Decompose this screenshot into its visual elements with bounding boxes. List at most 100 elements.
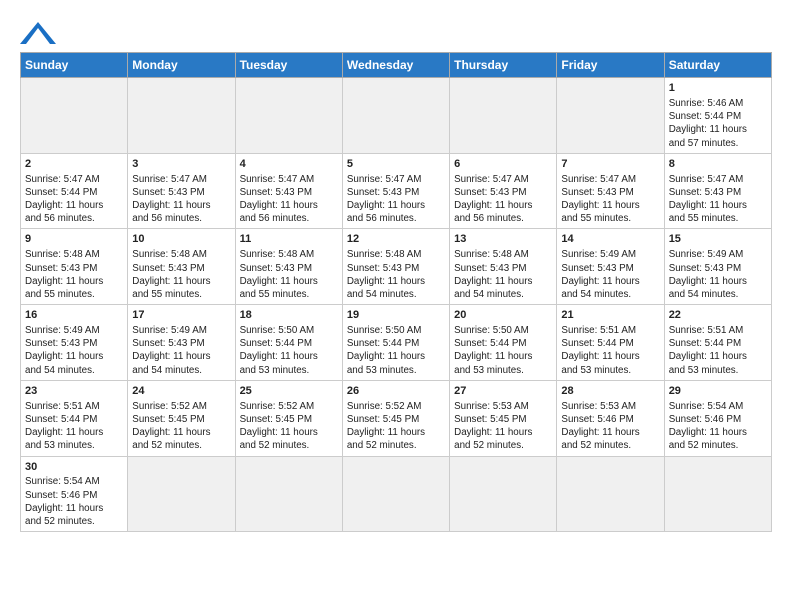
- day-info: Sunrise: 5:49 AM Sunset: 5:43 PM Dayligh…: [25, 324, 123, 377]
- day-number: 14: [561, 232, 659, 247]
- day-number: 23: [25, 384, 123, 399]
- day-number: 2: [25, 157, 123, 172]
- day-info: Sunrise: 5:48 AM Sunset: 5:43 PM Dayligh…: [240, 248, 338, 301]
- day-info: Sunrise: 5:51 AM Sunset: 5:44 PM Dayligh…: [669, 324, 767, 377]
- col-header-wednesday: Wednesday: [342, 53, 449, 78]
- calendar-week-row: 2Sunrise: 5:47 AM Sunset: 5:44 PM Daylig…: [21, 153, 772, 229]
- day-info: Sunrise: 5:52 AM Sunset: 5:45 PM Dayligh…: [347, 400, 445, 453]
- calendar-cell: 8Sunrise: 5:47 AM Sunset: 5:43 PM Daylig…: [664, 153, 771, 229]
- calendar-cell: [128, 78, 235, 154]
- day-number: 15: [669, 232, 767, 247]
- calendar-week-row: 30Sunrise: 5:54 AM Sunset: 5:46 PM Dayli…: [21, 456, 772, 532]
- day-number: 5: [347, 157, 445, 172]
- calendar-cell: 26Sunrise: 5:52 AM Sunset: 5:45 PM Dayli…: [342, 380, 449, 456]
- calendar-cell: 23Sunrise: 5:51 AM Sunset: 5:44 PM Dayli…: [21, 380, 128, 456]
- calendar-cell: 2Sunrise: 5:47 AM Sunset: 5:44 PM Daylig…: [21, 153, 128, 229]
- calendar-cell: [342, 456, 449, 532]
- calendar-cell: 9Sunrise: 5:48 AM Sunset: 5:43 PM Daylig…: [21, 229, 128, 305]
- title-area: [56, 16, 772, 18]
- calendar-cell: 7Sunrise: 5:47 AM Sunset: 5:43 PM Daylig…: [557, 153, 664, 229]
- day-info: Sunrise: 5:47 AM Sunset: 5:43 PM Dayligh…: [669, 173, 767, 226]
- calendar-cell: [128, 456, 235, 532]
- day-number: 30: [25, 460, 123, 475]
- col-header-tuesday: Tuesday: [235, 53, 342, 78]
- calendar-cell: 29Sunrise: 5:54 AM Sunset: 5:46 PM Dayli…: [664, 380, 771, 456]
- day-number: 19: [347, 308, 445, 323]
- calendar-cell: [450, 78, 557, 154]
- col-header-saturday: Saturday: [664, 53, 771, 78]
- logo: [20, 16, 56, 44]
- calendar-week-row: 16Sunrise: 5:49 AM Sunset: 5:43 PM Dayli…: [21, 305, 772, 381]
- day-number: 26: [347, 384, 445, 399]
- day-info: Sunrise: 5:50 AM Sunset: 5:44 PM Dayligh…: [240, 324, 338, 377]
- calendar-cell: 27Sunrise: 5:53 AM Sunset: 5:45 PM Dayli…: [450, 380, 557, 456]
- day-info: Sunrise: 5:46 AM Sunset: 5:44 PM Dayligh…: [669, 97, 767, 150]
- day-number: 12: [347, 232, 445, 247]
- day-number: 11: [240, 232, 338, 247]
- day-info: Sunrise: 5:49 AM Sunset: 5:43 PM Dayligh…: [669, 248, 767, 301]
- day-number: 17: [132, 308, 230, 323]
- calendar-header: SundayMondayTuesdayWednesdayThursdayFrid…: [21, 53, 772, 78]
- day-number: 29: [669, 384, 767, 399]
- calendar-cell: 14Sunrise: 5:49 AM Sunset: 5:43 PM Dayli…: [557, 229, 664, 305]
- calendar-cell: 25Sunrise: 5:52 AM Sunset: 5:45 PM Dayli…: [235, 380, 342, 456]
- calendar-cell: 28Sunrise: 5:53 AM Sunset: 5:46 PM Dayli…: [557, 380, 664, 456]
- day-info: Sunrise: 5:49 AM Sunset: 5:43 PM Dayligh…: [561, 248, 659, 301]
- calendar-cell: 16Sunrise: 5:49 AM Sunset: 5:43 PM Dayli…: [21, 305, 128, 381]
- calendar-cell: 22Sunrise: 5:51 AM Sunset: 5:44 PM Dayli…: [664, 305, 771, 381]
- calendar-body: 1Sunrise: 5:46 AM Sunset: 5:44 PM Daylig…: [21, 78, 772, 532]
- day-info: Sunrise: 5:47 AM Sunset: 5:43 PM Dayligh…: [132, 173, 230, 226]
- day-info: Sunrise: 5:51 AM Sunset: 5:44 PM Dayligh…: [25, 400, 123, 453]
- day-info: Sunrise: 5:49 AM Sunset: 5:43 PM Dayligh…: [132, 324, 230, 377]
- day-number: 22: [669, 308, 767, 323]
- col-header-friday: Friday: [557, 53, 664, 78]
- day-header-row: SundayMondayTuesdayWednesdayThursdayFrid…: [21, 53, 772, 78]
- day-number: 1: [669, 81, 767, 96]
- calendar-cell: 18Sunrise: 5:50 AM Sunset: 5:44 PM Dayli…: [235, 305, 342, 381]
- col-header-thursday: Thursday: [450, 53, 557, 78]
- day-info: Sunrise: 5:48 AM Sunset: 5:43 PM Dayligh…: [132, 248, 230, 301]
- day-info: Sunrise: 5:51 AM Sunset: 5:44 PM Dayligh…: [561, 324, 659, 377]
- calendar-cell: 30Sunrise: 5:54 AM Sunset: 5:46 PM Dayli…: [21, 456, 128, 532]
- calendar-cell: 6Sunrise: 5:47 AM Sunset: 5:43 PM Daylig…: [450, 153, 557, 229]
- day-number: 6: [454, 157, 552, 172]
- day-info: Sunrise: 5:47 AM Sunset: 5:43 PM Dayligh…: [454, 173, 552, 226]
- day-info: Sunrise: 5:52 AM Sunset: 5:45 PM Dayligh…: [132, 400, 230, 453]
- calendar-cell: 3Sunrise: 5:47 AM Sunset: 5:43 PM Daylig…: [128, 153, 235, 229]
- calendar-cell: [557, 456, 664, 532]
- calendar-cell: 1Sunrise: 5:46 AM Sunset: 5:44 PM Daylig…: [664, 78, 771, 154]
- day-number: 28: [561, 384, 659, 399]
- day-info: Sunrise: 5:52 AM Sunset: 5:45 PM Dayligh…: [240, 400, 338, 453]
- calendar-week-row: 9Sunrise: 5:48 AM Sunset: 5:43 PM Daylig…: [21, 229, 772, 305]
- page-header: [20, 16, 772, 44]
- calendar-cell: 17Sunrise: 5:49 AM Sunset: 5:43 PM Dayli…: [128, 305, 235, 381]
- day-number: 9: [25, 232, 123, 247]
- day-number: 3: [132, 157, 230, 172]
- calendar-cell: 5Sunrise: 5:47 AM Sunset: 5:43 PM Daylig…: [342, 153, 449, 229]
- day-info: Sunrise: 5:47 AM Sunset: 5:43 PM Dayligh…: [240, 173, 338, 226]
- calendar-cell: [664, 456, 771, 532]
- day-number: 20: [454, 308, 552, 323]
- day-number: 8: [669, 157, 767, 172]
- day-number: 25: [240, 384, 338, 399]
- calendar-cell: [450, 456, 557, 532]
- calendar-cell: 21Sunrise: 5:51 AM Sunset: 5:44 PM Dayli…: [557, 305, 664, 381]
- day-number: 16: [25, 308, 123, 323]
- day-info: Sunrise: 5:54 AM Sunset: 5:46 PM Dayligh…: [669, 400, 767, 453]
- day-info: Sunrise: 5:53 AM Sunset: 5:45 PM Dayligh…: [454, 400, 552, 453]
- day-info: Sunrise: 5:48 AM Sunset: 5:43 PM Dayligh…: [25, 248, 123, 301]
- calendar-cell: 20Sunrise: 5:50 AM Sunset: 5:44 PM Dayli…: [450, 305, 557, 381]
- day-info: Sunrise: 5:48 AM Sunset: 5:43 PM Dayligh…: [347, 248, 445, 301]
- calendar-cell: 19Sunrise: 5:50 AM Sunset: 5:44 PM Dayli…: [342, 305, 449, 381]
- day-number: 18: [240, 308, 338, 323]
- calendar-week-row: 23Sunrise: 5:51 AM Sunset: 5:44 PM Dayli…: [21, 380, 772, 456]
- day-info: Sunrise: 5:50 AM Sunset: 5:44 PM Dayligh…: [347, 324, 445, 377]
- day-number: 10: [132, 232, 230, 247]
- calendar-cell: 24Sunrise: 5:52 AM Sunset: 5:45 PM Dayli…: [128, 380, 235, 456]
- day-number: 7: [561, 157, 659, 172]
- col-header-monday: Monday: [128, 53, 235, 78]
- day-number: 27: [454, 384, 552, 399]
- day-info: Sunrise: 5:54 AM Sunset: 5:46 PM Dayligh…: [25, 475, 123, 528]
- calendar-cell: 11Sunrise: 5:48 AM Sunset: 5:43 PM Dayli…: [235, 229, 342, 305]
- calendar-cell: 12Sunrise: 5:48 AM Sunset: 5:43 PM Dayli…: [342, 229, 449, 305]
